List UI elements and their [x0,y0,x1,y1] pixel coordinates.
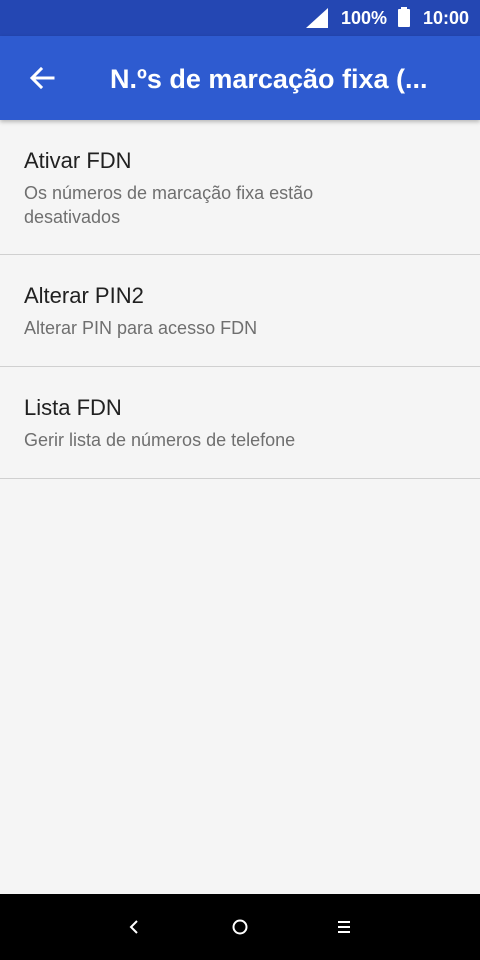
setting-title: Lista FDN [24,395,122,420]
setting-change-pin2[interactable]: Alterar PIN2 Alterar PIN para acesso FDN [0,255,480,367]
nav-back-icon [129,920,138,934]
nav-home-button[interactable] [224,911,256,943]
nav-menu-button[interactable] [328,911,360,943]
status-bar: 100% 10:00 [0,0,480,36]
navigation-bar [0,894,480,960]
clock: 10:00 [423,8,470,28]
setting-summary: Gerir lista de números de telefone [24,430,296,450]
app-bar: N.ºs de marcação fixa (... [0,36,480,120]
setting-fdn-list[interactable]: Lista FDN Gerir lista de números de tele… [0,367,480,479]
setting-summary: Os números de marcação fixa estão desati… [24,183,314,227]
nav-menu-icon [338,921,350,933]
signal-icon [306,8,328,28]
settings-list: Ativar FDN Os números de marcação fixa e… [0,120,480,479]
setting-enable-fdn[interactable]: Ativar FDN Os números de marcação fixa e… [0,120,480,255]
page-title: N.ºs de marcação fixa (... [110,64,428,94]
setting-title: Ativar FDN [24,148,132,173]
battery-icon [398,7,410,27]
nav-back-button[interactable] [118,911,150,943]
arrow-back-icon [29,66,55,90]
nav-home-icon [232,919,248,935]
back-button[interactable] [22,58,62,98]
setting-title: Alterar PIN2 [24,283,144,308]
setting-summary: Alterar PIN para acesso FDN [24,318,258,338]
battery-percent: 100% [341,8,388,28]
